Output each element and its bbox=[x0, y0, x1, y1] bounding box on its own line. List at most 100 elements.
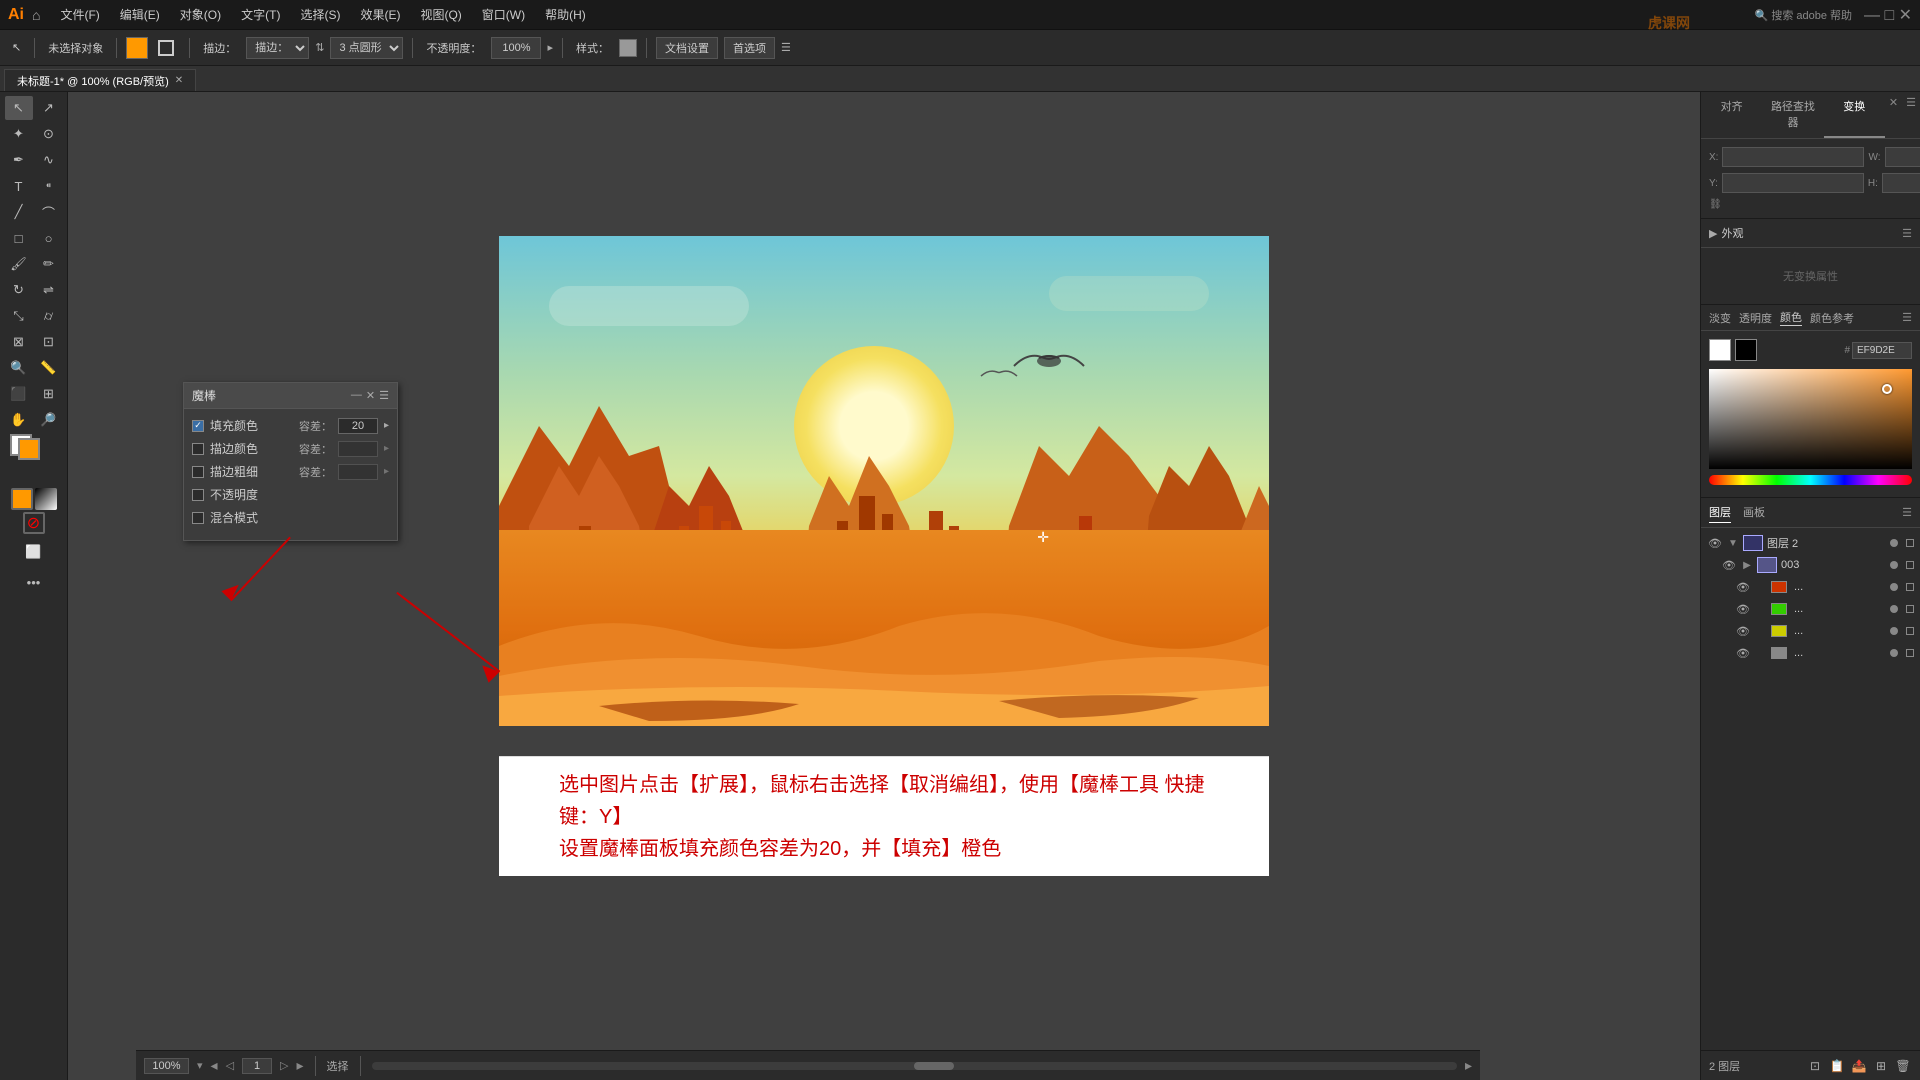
window-controls[interactable]: — □ ✕ bbox=[1864, 5, 1912, 25]
scroll-right[interactable]: ▸ bbox=[1465, 1057, 1472, 1074]
magic-panel-close[interactable]: ✕ bbox=[366, 389, 375, 402]
fill-mode[interactable] bbox=[11, 488, 33, 510]
color-picker[interactable] bbox=[1709, 369, 1912, 469]
hand-tool[interactable]: ✋ bbox=[5, 408, 33, 432]
horizontal-scrollbar[interactable] bbox=[372, 1062, 1457, 1070]
menu-help[interactable]: 帮助(H) bbox=[537, 4, 594, 25]
fill-color-checkbox[interactable] bbox=[192, 420, 204, 432]
line-tool[interactable]: ╱ bbox=[5, 200, 33, 224]
gray-target[interactable] bbox=[1890, 649, 1898, 657]
area-type-tool[interactable]: ⁌ bbox=[35, 174, 63, 198]
stroke-weight-input[interactable] bbox=[338, 464, 378, 480]
hue-slider[interactable] bbox=[1709, 475, 1912, 485]
eyedropper-tool[interactable]: 🔍 bbox=[5, 356, 33, 380]
scale-tool[interactable]: ⤡ bbox=[5, 304, 33, 328]
gradient-mode[interactable] bbox=[35, 488, 57, 510]
color-cursor[interactable] bbox=[1882, 384, 1892, 394]
magic-wand-tool[interactable]: ✦ bbox=[5, 122, 33, 146]
brush-tool[interactable]: 🖌 bbox=[5, 252, 33, 276]
pathfinder-tab[interactable]: 路径查找器 bbox=[1762, 92, 1823, 138]
document-tab[interactable]: 未标题-1* @ 100% (RGB/预览) ✕ bbox=[4, 69, 196, 91]
menu-edit[interactable]: 编辑(E) bbox=[112, 4, 168, 25]
selection-tool[interactable]: ↖ bbox=[5, 96, 33, 120]
perspective-tool[interactable]: ⊡ bbox=[35, 330, 63, 354]
menu-select[interactable]: 选择(S) bbox=[292, 4, 348, 25]
gray-eye[interactable]: 👁 bbox=[1735, 645, 1751, 661]
w-input[interactable] bbox=[1885, 147, 1920, 167]
y-input[interactable] bbox=[1722, 173, 1864, 193]
none-mode[interactable]: ⊘ bbox=[23, 512, 45, 534]
delete-layer-btn[interactable]: 🗑 bbox=[1894, 1057, 1912, 1075]
layer-row-003[interactable]: 👁 ▶ 003 bbox=[1701, 554, 1920, 576]
pencil-tool[interactable]: ✏ bbox=[35, 252, 63, 276]
h-input[interactable] bbox=[1882, 173, 1920, 193]
page-last[interactable]: ▷ bbox=[280, 1059, 288, 1072]
layer-row-green[interactable]: 👁 ... bbox=[1701, 598, 1920, 620]
brush-select[interactable]: 3 点圆形 bbox=[330, 37, 403, 59]
fill-color-swatch[interactable] bbox=[126, 37, 148, 59]
003-expand[interactable]: ▶ bbox=[1741, 559, 1753, 571]
doc-settings-btn[interactable]: 文档设置 bbox=[656, 37, 718, 59]
green-eye[interactable]: 👁 bbox=[1735, 601, 1751, 617]
warp-tool[interactable]: ⌭ bbox=[35, 304, 63, 328]
black-swatch[interactable] bbox=[1735, 339, 1757, 361]
opacity-arrow[interactable]: ▸ bbox=[547, 41, 553, 54]
lasso-tool[interactable]: ⊙ bbox=[35, 122, 63, 146]
layers-menu[interactable]: ☰ bbox=[1902, 506, 1912, 519]
003-target[interactable] bbox=[1890, 561, 1898, 569]
artboard-tab[interactable]: 画板 bbox=[1743, 502, 1765, 523]
hex-color-input[interactable] bbox=[1852, 342, 1912, 359]
color-menu[interactable]: ☰ bbox=[1902, 311, 1912, 324]
more-settings-icon[interactable]: ☰ bbox=[781, 41, 791, 54]
make-clip-mask-btn[interactable]: ⊡ bbox=[1806, 1057, 1824, 1075]
magic-panel-menu[interactable]: ☰ bbox=[379, 389, 389, 402]
green-target[interactable] bbox=[1890, 605, 1898, 613]
page-first[interactable]: ◁ bbox=[226, 1059, 234, 1072]
constrain-icon[interactable]: ⛓ bbox=[1709, 199, 1722, 210]
layer-row-red[interactable]: 👁 ... bbox=[1701, 576, 1920, 598]
canvas-area[interactable]: ✛ 选中图片点击【扩展】，鼠标右击选择【取消编组】，使用【魔棒工具 快捷键：Y】… bbox=[68, 92, 1700, 1080]
menu-file[interactable]: 文件(F) bbox=[52, 4, 107, 25]
blend-checkbox[interactable] bbox=[192, 512, 204, 524]
tolerance-input[interactable] bbox=[338, 418, 378, 434]
stroke-color-arrow[interactable]: ▸ bbox=[384, 443, 389, 454]
appearance-menu[interactable]: ☰ bbox=[1902, 227, 1912, 240]
opacity-checkbox[interactable] bbox=[192, 489, 204, 501]
align-tab[interactable]: 对齐 bbox=[1701, 92, 1762, 138]
zoom-tool[interactable]: 🔎 bbox=[35, 408, 63, 432]
stroke-weight-checkbox[interactable] bbox=[192, 466, 204, 478]
layer2-expand[interactable]: ▼ bbox=[1727, 537, 1739, 549]
preferences-btn[interactable]: 首选项 bbox=[724, 37, 775, 59]
color-ref-label[interactable]: 颜色参考 bbox=[1810, 310, 1854, 326]
scrollbar-thumb[interactable] bbox=[914, 1062, 954, 1070]
stroke-color-input[interactable] bbox=[338, 441, 378, 457]
layer-row-yellow[interactable]: 👁 ... bbox=[1701, 620, 1920, 642]
page-input[interactable] bbox=[242, 1058, 272, 1074]
home-icon[interactable]: ⌂ bbox=[32, 7, 40, 23]
curvature-tool[interactable]: ∿ bbox=[35, 148, 63, 172]
more-tools[interactable]: ••• bbox=[20, 570, 48, 594]
merge-layers-btn[interactable]: ⊞ bbox=[1872, 1057, 1890, 1075]
menu-text[interactable]: 文字(T) bbox=[233, 4, 288, 25]
magic-panel-minimize[interactable]: — bbox=[351, 389, 362, 402]
menu-effect[interactable]: 效果(E) bbox=[352, 4, 408, 25]
select-tool[interactable]: ↖ bbox=[8, 39, 25, 56]
zoom-dropdown[interactable]: ▾ bbox=[197, 1059, 203, 1072]
free-transform-tool[interactable]: ⊠ bbox=[5, 330, 33, 354]
menu-window[interactable]: 窗口(W) bbox=[474, 4, 533, 25]
type-tool[interactable]: T bbox=[5, 174, 33, 198]
drawing-mode[interactable]: ⬜ bbox=[20, 540, 48, 564]
x-input[interactable] bbox=[1722, 147, 1864, 167]
layer-row-gray[interactable]: 👁 ... bbox=[1701, 642, 1920, 664]
tolerance-arrow[interactable]: ▸ bbox=[384, 420, 389, 431]
measure-tool[interactable]: 📏 bbox=[35, 356, 63, 380]
style-swatch[interactable] bbox=[619, 39, 637, 57]
rect-tool[interactable]: □ bbox=[5, 226, 33, 250]
red-target[interactable] bbox=[1890, 583, 1898, 591]
pen-tool[interactable]: ✒ bbox=[5, 148, 33, 172]
stroke-color-checkbox[interactable] bbox=[192, 443, 204, 455]
menu-view[interactable]: 视图(Q) bbox=[412, 4, 469, 25]
ellipse-tool[interactable]: ○ bbox=[35, 226, 63, 250]
transform-tab[interactable]: 变换 bbox=[1824, 92, 1885, 138]
tab-close-btn[interactable]: ✕ bbox=[175, 75, 183, 86]
